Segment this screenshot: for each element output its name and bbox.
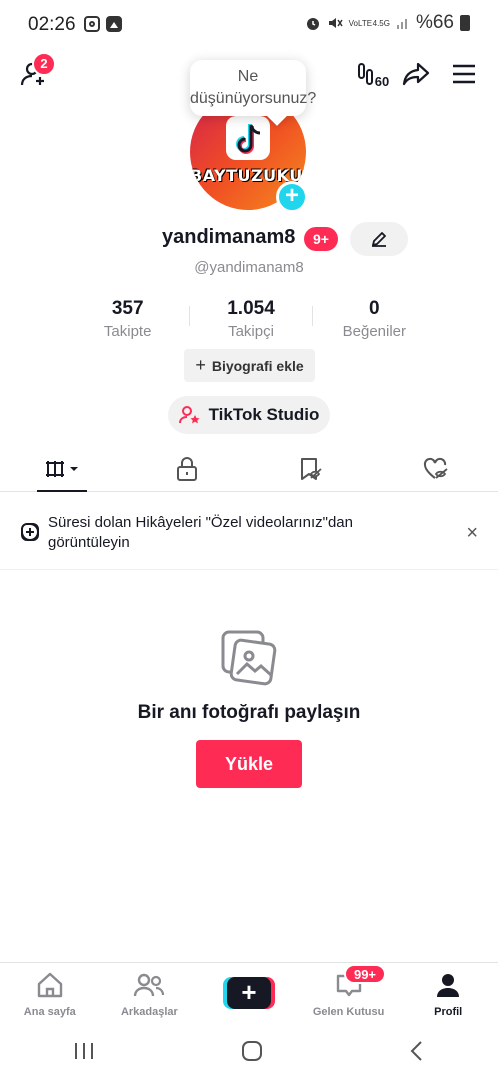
upload-button[interactable]: Yükle	[196, 740, 302, 788]
create-icon: +	[222, 977, 275, 1009]
signal-icon	[396, 19, 407, 29]
close-icon[interactable]: ×	[466, 522, 478, 545]
hamburger-icon	[453, 64, 475, 84]
tab-videos[interactable]	[0, 446, 125, 492]
system-nav-bar	[0, 1022, 498, 1080]
thoughts-tooltip[interactable]: Ne düşünüyorsunuz?	[190, 60, 316, 116]
home-icon	[37, 972, 62, 998]
empty-state-title: Bir anı fotoğrafı paylaşın	[137, 702, 361, 723]
alarm-icon	[306, 18, 319, 30]
bookmark-eye-icon	[301, 457, 322, 480]
add-bio-label: Biyografi ekle	[211, 357, 304, 374]
recent-visitors-count: 60	[374, 73, 390, 89]
stat-value: 0	[369, 298, 380, 319]
username-badge[interactable]: 9+	[304, 227, 338, 251]
tab-favorites[interactable]	[249, 446, 374, 491]
stat-value: 1.054	[227, 298, 275, 319]
status-right-icons: VoLTE 4.5G %66	[305, 12, 470, 34]
share-icon	[402, 62, 430, 86]
battery-icon	[460, 15, 470, 31]
stat-followers[interactable]: 1.054 Takipçi	[189, 298, 313, 344]
recent-visitors-button[interactable]: 60	[354, 60, 392, 90]
photos-icon	[221, 630, 277, 686]
friend-requests-badge: 2	[32, 52, 56, 76]
user-handle: @yandimanam8	[194, 259, 304, 276]
footprint-icon	[357, 63, 373, 85]
network-label: 4.5G	[372, 18, 390, 28]
inbox-badge: 99+	[344, 964, 386, 984]
nav-profile[interactable]: Profil	[398, 963, 498, 1018]
tiktok-studio-label: TikTok Studio	[208, 405, 320, 424]
add-story-button[interactable]: +	[276, 181, 308, 213]
back-icon[interactable]	[409, 1040, 425, 1062]
name-row: yandimanam8 9+	[0, 222, 498, 256]
status-time: 02:26	[28, 14, 76, 35]
tiktok-logo-icon	[226, 116, 270, 160]
stat-label: Beğeniler	[342, 323, 407, 340]
grid-icon	[46, 460, 79, 477]
nav-label: Gelen Kutusu	[312, 1006, 385, 1018]
tab-private[interactable]	[125, 446, 250, 491]
stat-likes[interactable]: 0 Beğeniler	[313, 298, 436, 344]
profile-icon	[437, 974, 460, 997]
lock-icon	[176, 456, 197, 481]
menu-button[interactable]	[450, 60, 478, 88]
battery-text: %66	[415, 12, 454, 33]
tiktok-studio-button[interactable]: TikTok Studio	[168, 396, 330, 434]
nav-friends[interactable]: Arkadaşlar	[100, 963, 200, 1018]
profile-stats: 357 Takipte 1.054 Takipçi 0 Beğeniler	[66, 298, 436, 344]
stat-label: Takipçi	[228, 323, 274, 340]
username: yandimanam8	[162, 226, 296, 248]
nav-label: Ana sayfa	[23, 1006, 76, 1018]
home-circle-icon[interactable]	[241, 1040, 263, 1062]
status-bar: 02:26 VoLTE 4.5G %66	[0, 0, 498, 50]
friends-icon	[134, 973, 165, 997]
story-plus-icon	[21, 523, 39, 541]
nav-label: Profil	[434, 1006, 463, 1018]
nav-label: Arkadaşlar	[120, 1006, 178, 1018]
status-notification-icons	[84, 16, 122, 32]
stories-notice[interactable]: Süresi dolan Hikâyeleri "Özel videoların…	[0, 500, 498, 570]
volte-label: VoLTE	[348, 18, 373, 28]
pencil-icon	[372, 232, 386, 247]
content-tabs	[0, 446, 498, 492]
stat-label: Takipte	[103, 323, 152, 340]
plus-icon: +	[195, 355, 206, 375]
tab-liked[interactable]	[374, 446, 498, 491]
gallery-icon	[106, 16, 122, 32]
edit-profile-button[interactable]	[350, 222, 408, 256]
bottom-nav: Ana sayfa Arkadaşlar + Gelen Kutusu Prof…	[0, 962, 498, 1018]
stat-value: 357	[111, 298, 144, 319]
add-bio-button[interactable]: + Biyografi ekle	[184, 349, 315, 382]
notice-text: Süresi dolan Hikâyeleri "Özel videoların…	[48, 514, 353, 551]
stat-divider	[189, 306, 191, 326]
studio-person-icon	[178, 406, 200, 424]
share-profile-button[interactable]	[400, 59, 432, 89]
heart-eye-icon	[423, 457, 448, 479]
nav-home[interactable]: Ana sayfa	[0, 963, 100, 1018]
recents-icon[interactable]	[73, 1041, 95, 1061]
nav-create[interactable]: +	[199, 963, 299, 1018]
instagram-icon	[84, 16, 100, 32]
mute-icon	[328, 18, 343, 28]
stat-following[interactable]: 357 Takipte	[66, 298, 189, 344]
